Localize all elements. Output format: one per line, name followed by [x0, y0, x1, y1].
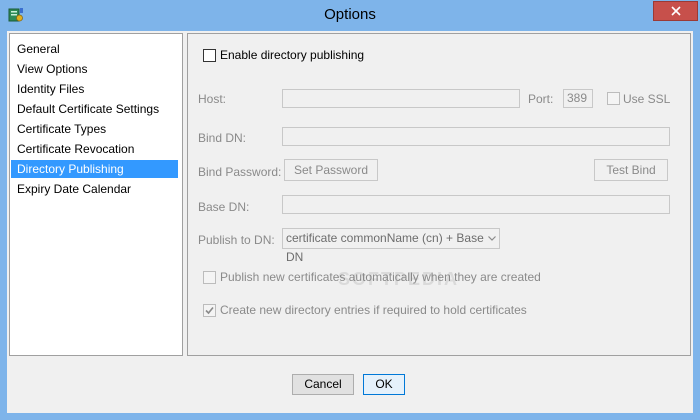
dialog-body: General View Options Identity Files Defa… [7, 31, 693, 413]
nav-item-directory-publishing[interactable]: Directory Publishing [11, 160, 178, 178]
directory-publishing-panel: Enable directory publishing Host: Port: … [187, 33, 691, 356]
nav-item-view-options[interactable]: View Options [11, 60, 178, 78]
bind-password-label: Bind Password: [198, 165, 282, 179]
create-entries-label: Create new directory entries if required… [220, 303, 527, 317]
nav-item-expiry-date-calendar[interactable]: Expiry Date Calendar [11, 180, 178, 198]
cancel-button[interactable]: Cancel [292, 374, 354, 395]
bind-dn-label: Bind DN: [198, 131, 247, 145]
test-bind-button[interactable]: Test Bind [594, 159, 668, 181]
nav-item-identity-files[interactable]: Identity Files [11, 80, 178, 98]
bind-dn-input[interactable] [282, 127, 670, 146]
nav-item-certificate-revocation[interactable]: Certificate Revocation [11, 140, 178, 158]
chevron-down-icon [488, 236, 496, 241]
base-dn-input[interactable] [282, 195, 670, 214]
nav-item-certificate-types[interactable]: Certificate Types [11, 120, 178, 138]
title-bar[interactable]: Options [0, 0, 700, 31]
nav-item-default-certificate-settings[interactable]: Default Certificate Settings [11, 100, 178, 118]
checkmark-icon [205, 306, 214, 315]
enable-publishing-checkbox[interactable] [203, 49, 216, 62]
use-ssl-checkbox[interactable] [607, 92, 620, 105]
publish-auto-checkbox[interactable] [203, 271, 216, 284]
host-label: Host: [198, 92, 227, 106]
options-window: Options General View Options Identity Fi… [0, 0, 700, 420]
close-icon [670, 6, 681, 16]
use-ssl-label: Use SSL [623, 92, 671, 106]
port-input[interactable]: 389 [563, 89, 593, 108]
window-title: Options [324, 6, 376, 23]
nav-item-general[interactable]: General [11, 40, 178, 58]
close-button[interactable] [653, 1, 698, 21]
publish-to-dn-select[interactable]: certificate commonName (cn) + Base DN [282, 228, 500, 264]
options-category-list: General View Options Identity Files Defa… [9, 33, 183, 356]
set-password-button[interactable]: Set Password [284, 159, 378, 181]
ok-button[interactable]: OK [363, 374, 405, 395]
publish-to-dn-value: certificate commonName (cn) + Base DN [286, 231, 484, 264]
base-dn-label: Base DN: [198, 200, 250, 214]
port-label: Port: [528, 92, 554, 106]
create-entries-checkbox[interactable] [203, 304, 216, 317]
enable-publishing-label: Enable directory publishing [220, 48, 365, 62]
publish-to-dn-label: Publish to DN: [198, 233, 275, 247]
softpedia-watermark: SOFTPEDIA [338, 269, 460, 289]
host-input[interactable] [282, 89, 520, 108]
